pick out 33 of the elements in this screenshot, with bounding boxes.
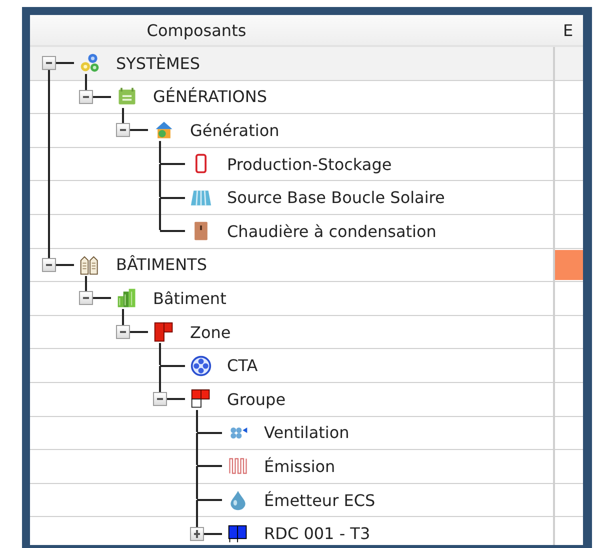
tree-item-label[interactable]: CTA [227,356,258,376]
blocks-icon [153,321,175,344]
tree-item-label[interactable]: Émetteur ECS [264,490,376,510]
tree-item-label[interactable]: Émission [264,456,336,476]
collapse-button[interactable] [79,90,93,104]
collapse-button[interactable] [116,325,130,340]
house-icon [153,119,175,142]
gears-icon [79,52,101,74]
tree-item-label[interactable]: GÉNÉRATIONS [153,87,267,106]
building-icon [116,287,138,310]
tree-item-label[interactable]: Bâtiment [153,288,226,308]
tree-item-label[interactable]: Groupe [227,390,286,409]
tree-item-label[interactable]: BÂTIMENTS [116,255,207,274]
collapse-button[interactable] [116,123,130,138]
collapse-button[interactable] [79,291,93,306]
collapse-button[interactable] [153,392,167,406]
blocks-icon [190,388,212,410]
tree-item-label[interactable]: Production-Stockage [227,154,392,174]
buildings-icon [79,254,101,276]
tree-item-label[interactable]: Génération [190,120,280,140]
expand-button[interactable] [190,526,204,541]
tree-item-label[interactable]: Zone [190,322,231,342]
tree-item-label[interactable]: SYSTÈMES [116,54,200,73]
tree-item-label[interactable]: Chaudière à condensation [227,222,436,241]
column-header[interactable]: E [563,20,574,40]
blocks-icon [227,522,249,545]
column-header[interactable]: Composants [146,20,246,40]
tree-item-label[interactable]: RDC 001 - T3 [264,524,370,544]
fan-icon [190,354,212,377]
tree-item-label[interactable]: Source Base Boucle Solaire [227,188,445,208]
collapse-button[interactable] [42,56,56,70]
collapse-button[interactable] [42,258,56,272]
tree-item-label[interactable]: Ventilation [264,423,350,442]
